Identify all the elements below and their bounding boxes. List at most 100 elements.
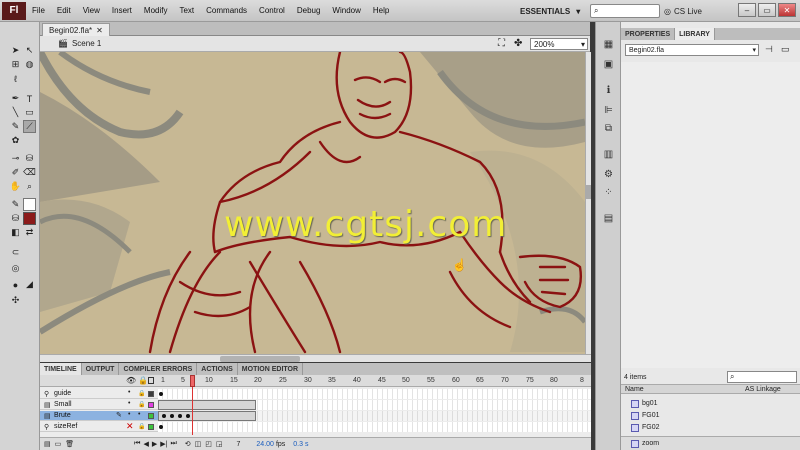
layer-frames[interactable]: [158, 400, 591, 410]
pencil-tool-icon[interactable]: ✎: [9, 120, 22, 133]
subselection-tool-icon[interactable]: ↖: [23, 44, 36, 57]
rectangle-tool-icon[interactable]: ▭: [23, 106, 36, 119]
layer-row[interactable]: ▤ Small • 🔒: [40, 400, 591, 410]
onion-outline-icon[interactable]: ◰: [205, 440, 212, 448]
keyframe[interactable]: [186, 414, 190, 418]
components-panel-icon[interactable]: ⚙: [602, 168, 615, 181]
menu-help[interactable]: Help: [367, 6, 395, 15]
layer-color-swatch[interactable]: [148, 391, 154, 397]
eyedropper-tool-icon[interactable]: ✐: [9, 166, 22, 179]
vertical-scroll-thumb[interactable]: [586, 185, 591, 199]
maximize-button[interactable]: ▭: [758, 3, 776, 17]
layer-row-selected[interactable]: ▤ Brute ✎ • •: [40, 411, 591, 421]
keyframe[interactable]: [162, 414, 166, 418]
brush-size-icon[interactable]: ●: [9, 278, 22, 291]
library-search-input[interactable]: ⌕: [727, 371, 797, 383]
document-tab[interactable]: Begin02.fla* ✕: [42, 23, 110, 36]
keyframe[interactable]: [178, 414, 182, 418]
cs-live-button[interactable]: ◎ CS Live: [664, 4, 702, 18]
paint-bucket-tool-icon[interactable]: ⛁: [23, 152, 36, 165]
menu-text[interactable]: Text: [173, 6, 200, 15]
lock-dot-icon[interactable]: •: [138, 411, 140, 418]
elapsed-time[interactable]: 0.3 s: [293, 441, 308, 448]
menu-insert[interactable]: Insert: [106, 6, 138, 15]
motion-presets-icon[interactable]: ▥: [602, 148, 615, 161]
tab-motion-editor[interactable]: MOTION EDITOR: [238, 363, 304, 375]
code-snippets-icon[interactable]: ⁘: [602, 186, 615, 199]
library-item[interactable]: FG01: [631, 410, 796, 421]
current-frame[interactable]: 7: [237, 441, 241, 448]
scene-breadcrumb[interactable]: 🎬 Scene 1: [58, 39, 101, 48]
lock-icon[interactable]: 🔒: [138, 423, 145, 430]
edit-scene-icon[interactable]: ⛶: [498, 38, 505, 49]
onion-skin-icon[interactable]: ◫: [195, 440, 202, 448]
tab-output[interactable]: OUTPUT: [82, 363, 120, 375]
swap-colors-icon[interactable]: ⇄: [23, 226, 36, 239]
edit-symbols-icon[interactable]: ✤: [514, 38, 522, 49]
go-first-frame-icon[interactable]: ⏮: [134, 440, 140, 448]
layer-row[interactable]: ⚲ guide • 🔒: [40, 389, 591, 399]
visibility-dot-icon[interactable]: •: [128, 400, 130, 407]
3d-rotation-tool-icon[interactable]: ◍: [23, 58, 36, 71]
menu-debug[interactable]: Debug: [291, 6, 327, 15]
deco-tool-icon[interactable]: ✿: [9, 134, 22, 147]
stage-canvas[interactable]: www.cgtsj.com ☝: [40, 52, 585, 354]
close-button[interactable]: ✕: [778, 3, 796, 17]
loop-icon[interactable]: ⟲: [185, 440, 191, 448]
color-panel-icon[interactable]: ▦: [602, 38, 615, 51]
new-folder-icon[interactable]: ▭: [55, 440, 62, 448]
zoom-select[interactable]: 200% ▾: [530, 38, 588, 50]
transform-panel-icon[interactable]: ⧉: [602, 122, 615, 135]
menu-edit[interactable]: Edit: [51, 6, 77, 15]
eraser-tool-icon[interactable]: ⌫: [23, 166, 36, 179]
workspace-switcher[interactable]: ESSENTIALS ▾: [520, 4, 580, 18]
fill-color-icon[interactable]: ⛁: [9, 212, 22, 225]
tab-properties[interactable]: PROPERTIES: [621, 28, 676, 40]
align-panel-icon[interactable]: ⊫: [602, 104, 615, 117]
help-search-input[interactable]: ⌕: [590, 4, 660, 18]
bone-tool-icon[interactable]: ⊸: [9, 152, 22, 165]
lock-icon[interactable]: 🔒: [138, 376, 148, 385]
tab-actions[interactable]: ACTIONS: [197, 363, 238, 375]
menu-file[interactable]: File: [26, 6, 51, 15]
black-white-icon[interactable]: ◧: [9, 226, 22, 239]
column-linkage[interactable]: AS Linkage: [745, 386, 781, 393]
pressure-icon[interactable]: ✣: [9, 294, 22, 307]
swatches-panel-icon[interactable]: ▣: [602, 58, 615, 71]
menu-window[interactable]: Window: [326, 6, 366, 15]
frame-span[interactable]: [158, 400, 256, 410]
new-layer-icon[interactable]: ▤: [44, 440, 51, 448]
visibility-dot-icon[interactable]: •: [128, 411, 130, 418]
step-back-icon[interactable]: ◀: [143, 440, 148, 448]
text-tool-icon[interactable]: T: [23, 92, 36, 105]
delete-layer-icon[interactable]: 🗑: [65, 440, 74, 448]
stage-vertical-scrollbar[interactable]: [585, 52, 591, 354]
selection-tool-icon[interactable]: ➤: [9, 44, 22, 57]
tab-library[interactable]: LIBRARY: [675, 28, 715, 40]
layer-color-swatch[interactable]: [148, 424, 154, 430]
go-last-frame-icon[interactable]: ⏭: [170, 440, 176, 448]
lock-icon[interactable]: 🔒: [138, 401, 145, 408]
menu-modify[interactable]: Modify: [138, 6, 174, 15]
brush-mode-icon[interactable]: ◎: [9, 262, 22, 275]
menu-commands[interactable]: Commands: [200, 6, 253, 15]
new-library-panel-icon[interactable]: ▭: [781, 44, 790, 55]
outline-icon[interactable]: [148, 377, 154, 384]
hand-tool-icon[interactable]: ✋: [9, 180, 22, 193]
close-icon[interactable]: ✕: [96, 26, 103, 35]
free-transform-tool-icon[interactable]: ⊞: [9, 58, 22, 71]
library-file-select[interactable]: Begin02.fla ▾: [625, 44, 759, 56]
pin-icon[interactable]: ⊣: [765, 44, 773, 55]
library-item[interactable]: zoom: [631, 438, 796, 449]
tab-timeline[interactable]: TIMELINE: [40, 363, 82, 375]
zoom-tool-icon[interactable]: ⌕: [23, 180, 36, 193]
minimize-button[interactable]: –: [738, 3, 756, 17]
column-name[interactable]: Name: [625, 386, 644, 393]
brush-tool-icon[interactable]: ⟋: [23, 120, 36, 133]
eye-icon[interactable]: 👁: [126, 376, 136, 385]
hidden-x-icon[interactable]: ✕: [126, 421, 134, 432]
tab-compiler-errors[interactable]: COMPILER ERRORS: [119, 363, 198, 375]
library-item[interactable]: FG02: [631, 422, 796, 433]
project-panel-icon[interactable]: ▤: [602, 212, 615, 225]
lock-icon[interactable]: 🔒: [138, 390, 145, 397]
